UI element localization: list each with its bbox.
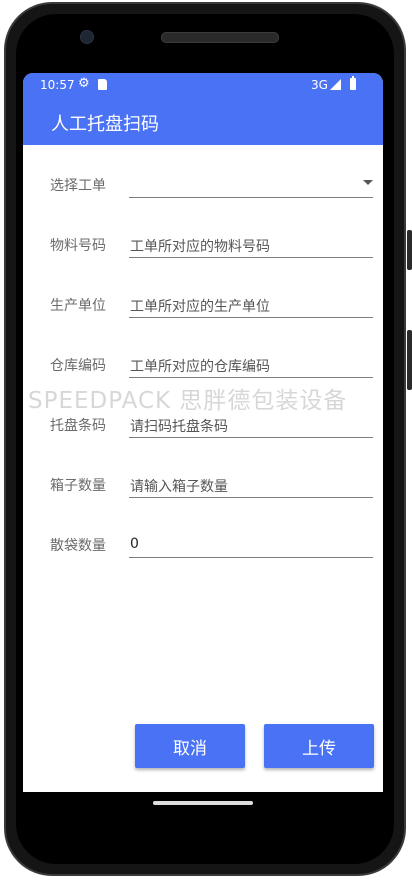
production-unit-row: 生产单位 工单所对应的生产单位 (23, 283, 383, 323)
pallet-barcode-row: 托盘条码 请扫码托盘条码 (23, 403, 383, 443)
material-code-row: 物料号码 工单所对应的物料号码 (23, 223, 383, 263)
page-title: 人工托盘扫码 (51, 114, 159, 135)
warehouse-code-field[interactable]: 工单所对应的仓库编码 (129, 349, 373, 378)
sd-card-icon (98, 79, 107, 90)
box-quantity-row: 箱子数量 请输入箱子数量 (23, 463, 383, 503)
production-unit-label: 生产单位 (50, 298, 106, 314)
network-type: 3G (311, 78, 328, 92)
home-gesture-bar[interactable] (153, 801, 253, 805)
pallet-barcode-label: 托盘条码 (50, 418, 106, 434)
work-order-select[interactable] (129, 169, 373, 198)
pallet-barcode-placeholder: 请扫码托盘条码 (130, 419, 228, 435)
side-button (407, 330, 412, 390)
loose-bag-quantity-field[interactable]: 0 (129, 529, 373, 558)
box-quantity-field[interactable]: 请输入箱子数量 (129, 469, 373, 498)
warehouse-code-row: 仓库编码 工单所对应的仓库编码 (23, 343, 383, 383)
work-order-row: 选择工单 (23, 163, 383, 203)
camera-icon (80, 30, 94, 44)
box-quantity-placeholder: 请输入箱子数量 (130, 479, 228, 495)
pallet-barcode-field[interactable]: 请扫码托盘条码 (129, 409, 373, 438)
chevron-down-icon[interactable] (363, 180, 373, 185)
material-code-label: 物料号码 (50, 238, 106, 254)
loose-bag-quantity-value: 0 (130, 536, 139, 552)
material-code-field[interactable]: 工单所对应的物料号码 (129, 229, 373, 258)
production-unit-field[interactable]: 工单所对应的生产单位 (129, 289, 373, 318)
navigation-bar (23, 792, 383, 832)
warehouse-code-label: 仓库编码 (50, 358, 106, 374)
status-bar: 10:57 ⚙ 3G (23, 73, 383, 97)
cancel-button[interactable]: 取消 (135, 724, 245, 768)
upload-button[interactable]: 上传 (264, 724, 374, 768)
status-time: 10:57 (40, 78, 75, 92)
battery-icon (350, 76, 356, 90)
production-unit-placeholder: 工单所对应的生产单位 (130, 299, 270, 315)
material-code-placeholder: 工单所对应的物料号码 (130, 239, 270, 255)
gear-icon: ⚙ (78, 76, 90, 91)
loose-bag-quantity-row: 散袋数量 0 (23, 523, 383, 563)
box-quantity-label: 箱子数量 (50, 478, 106, 494)
power-button (407, 230, 412, 270)
loose-bag-quantity-label: 散袋数量 (50, 538, 106, 554)
app-bar: 人工托盘扫码 (23, 97, 383, 145)
speaker-grille (161, 32, 279, 43)
phone-frame: 10:57 ⚙ 3G 人工托盘扫码 选择工单 物料号码 工单所对应的物料号码 生… (0, 0, 412, 880)
warehouse-code-placeholder: 工单所对应的仓库编码 (130, 359, 270, 375)
work-order-label: 选择工单 (50, 178, 106, 194)
signal-icon (330, 79, 341, 90)
app-screen: 10:57 ⚙ 3G 人工托盘扫码 选择工单 物料号码 工单所对应的物料号码 生… (23, 73, 383, 792)
